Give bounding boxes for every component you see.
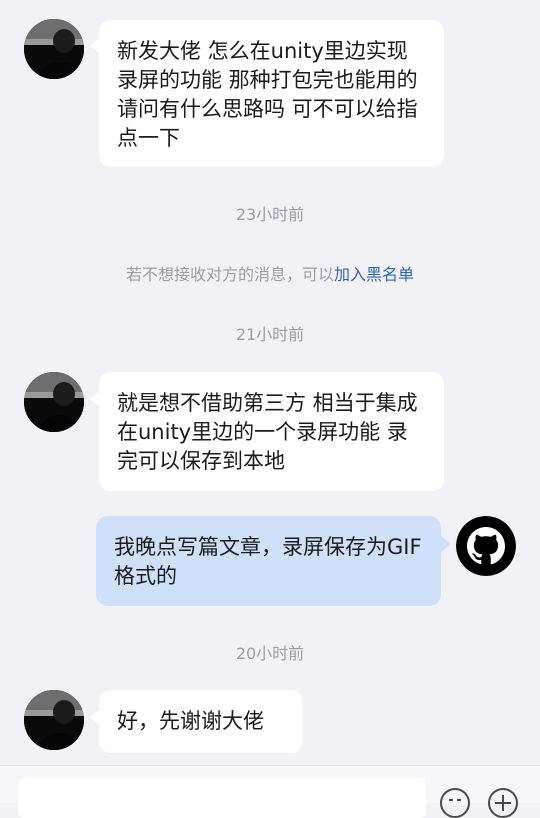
timestamp: 23小时前 xyxy=(235,205,305,224)
user-avatar-icon xyxy=(24,372,84,432)
user-avatar-icon xyxy=(24,19,84,79)
user-avatar-icon xyxy=(24,690,84,750)
github-octocat-icon xyxy=(456,516,516,576)
bubble-tail xyxy=(441,536,451,552)
message-input-bar xyxy=(0,765,540,818)
timestamp: 21小时前 xyxy=(235,325,305,344)
message-bubble-incoming[interactable]: 就是想不借助第三方 相当于集成在unity里边的一个录屏功能 录完可以保存到本地 xyxy=(99,372,444,491)
block-notice: 若不想接收对方的消息，可以加入黑名单 xyxy=(0,261,540,285)
message-text: 就是想不借助第三方 相当于集成在unity里边的一个录屏功能 录完可以保存到本地 xyxy=(117,391,418,473)
message-text: 好，先谢谢大佬 xyxy=(117,709,264,733)
message-bubble-incoming[interactable]: 新发大佬 怎么在unity里边实现录屏的功能 那种打包完也能用的 请问有什么思路… xyxy=(99,20,444,167)
own-avatar[interactable] xyxy=(456,516,516,576)
add-to-blacklist-link[interactable]: 加入黑名单 xyxy=(334,265,414,284)
contact-avatar[interactable] xyxy=(24,690,84,750)
message-bubble-incoming[interactable]: 好，先谢谢大佬 xyxy=(99,690,303,753)
contact-avatar[interactable] xyxy=(24,19,84,79)
timestamp: 20小时前 xyxy=(235,644,305,663)
message-text: 我晚点写篇文章，录屏保存为GIF格式的 xyxy=(114,535,422,588)
emoji-button[interactable] xyxy=(440,788,470,818)
plus-button[interactable] xyxy=(488,788,518,818)
message-text: 新发大佬 怎么在unity里边实现录屏的功能 那种打包完也能用的 请问有什么思路… xyxy=(117,39,418,150)
message-input[interactable] xyxy=(18,778,426,818)
emoji-icon xyxy=(449,799,461,801)
block-notice-text: 若不想接收对方的消息，可以 xyxy=(125,265,334,284)
contact-avatar[interactable] xyxy=(24,372,84,432)
message-bubble-outgoing[interactable]: 我晚点写篇文章，录屏保存为GIF格式的 xyxy=(96,516,441,606)
plus-icon xyxy=(495,795,511,811)
